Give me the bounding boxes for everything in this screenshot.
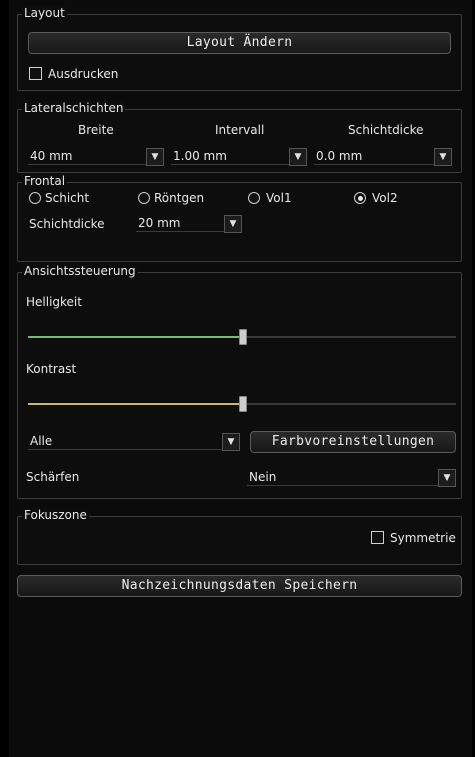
chevron-down-icon: ▼ <box>438 469 456 487</box>
filter-select[interactable]: Alle ▼ <box>28 433 240 451</box>
filter-value: Alle <box>30 434 53 448</box>
radio-vol1-label: Vol1 <box>266 191 292 205</box>
view-control-group: Ansichtssteuerung Helligkeit Kontrast Al… <box>17 264 462 499</box>
chevron-down-icon: ▼ <box>434 148 452 166</box>
radio-vol1[interactable] <box>248 192 260 204</box>
frontal-thickness-value: 20 mm <box>138 216 181 230</box>
sharpen-select[interactable]: Nein ▼ <box>247 469 456 487</box>
view-group-title: Ansichtssteuerung <box>22 264 138 278</box>
thickness-header: Schichtdicke <box>348 123 424 137</box>
lateral-slices-group: Lateralschichten Breite Intervall Schich… <box>17 101 462 173</box>
lateral-group-title: Lateralschichten <box>22 101 126 115</box>
contrast-label: Kontrast <box>26 362 77 376</box>
save-tracing-data-button[interactable]: Nachzeichnungsdaten Speichern <box>17 575 462 597</box>
frontal-group-title: Frontal <box>22 174 68 188</box>
layout-group: Layout Layout Ändern Ausdrucken <box>17 6 462 91</box>
color-presets-button[interactable]: Farbvoreinstellungen <box>250 431 456 453</box>
width-value: 40 mm <box>30 149 73 163</box>
brightness-slider-fill <box>28 336 242 338</box>
thickness-value: 0.0 mm <box>316 149 363 163</box>
frontal-thickness-select[interactable]: 20 mm ▼ <box>136 215 242 233</box>
focus-group-title: Fokuszone <box>22 508 89 522</box>
sharpen-value: Nein <box>249 470 277 484</box>
width-header: Breite <box>78 123 114 137</box>
thickness-select[interactable]: 0.0 mm ▼ <box>314 148 452 166</box>
brightness-slider-thumb[interactable] <box>239 329 247 345</box>
print-label: Ausdrucken <box>48 67 119 81</box>
frontal-group: Frontal Schicht Röntgen Vol1 Vol2 Schich… <box>17 174 462 262</box>
symmetry-label: Symmetrie <box>390 531 456 545</box>
radio-vol2[interactable] <box>354 192 366 204</box>
chevron-down-icon: ▼ <box>289 148 307 166</box>
radio-schicht[interactable] <box>29 192 41 204</box>
layout-group-title: Layout <box>22 6 67 20</box>
interval-value: 1.00 mm <box>173 149 227 163</box>
chevron-down-icon: ▼ <box>146 148 164 166</box>
print-checkbox[interactable] <box>29 67 42 80</box>
chevron-down-icon: ▼ <box>224 215 242 233</box>
contrast-slider-fill <box>28 403 242 405</box>
interval-select[interactable]: 1.00 mm ▼ <box>171 148 307 166</box>
chevron-down-icon: ▼ <box>222 433 240 451</box>
width-select[interactable]: 40 mm ▼ <box>28 148 164 166</box>
symmetry-checkbox[interactable] <box>371 531 384 544</box>
focus-zone-group: Fokuszone Symmetrie <box>17 508 462 565</box>
radio-roentgen-label: Röntgen <box>154 191 205 205</box>
change-layout-button[interactable]: Layout Ändern <box>28 32 451 54</box>
frontal-thickness-label: Schichtdicke <box>29 217 105 231</box>
brightness-label: Helligkeit <box>26 295 82 309</box>
radio-vol2-label: Vol2 <box>372 191 398 205</box>
sharpen-label: Schärfen <box>26 470 80 484</box>
radio-schicht-label: Schicht <box>45 191 90 205</box>
radio-roentgen[interactable] <box>138 192 150 204</box>
interval-header: Intervall <box>215 123 265 137</box>
contrast-slider-thumb[interactable] <box>239 396 247 412</box>
